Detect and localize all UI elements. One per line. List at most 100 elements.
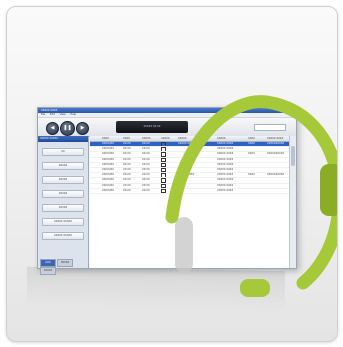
table-cell: XX/XX/XX	[102, 183, 114, 187]
table-cell: XXXXX XXXX	[217, 157, 234, 161]
table-cell	[160, 142, 177, 147]
table-cell: XX:XX	[142, 142, 150, 145]
column-header: XXXX	[102, 137, 109, 140]
column-header: XXXX	[123, 137, 130, 140]
window-reflection	[27, 266, 285, 312]
pause-icon: ❚❚	[60, 121, 75, 136]
column-header: XXXXX	[217, 137, 226, 140]
table-cell	[177, 152, 216, 156]
table-cell	[177, 184, 216, 188]
previous-icon: ◀	[46, 122, 59, 135]
table-cell: XXXXX XXXX	[217, 178, 234, 182]
table-cell	[90, 168, 101, 172]
table-cell: XX:XX	[142, 173, 150, 177]
left-tab: XXXXX	[40, 267, 56, 275]
table-cell	[90, 184, 101, 188]
column-header: XXXXX	[178, 137, 187, 140]
table-cell: XX/XX/XX	[102, 173, 114, 177]
table-cell	[160, 178, 177, 183]
table-cell: XX/XX/XX	[102, 157, 114, 161]
table-cell	[90, 142, 101, 146]
left-button: XXXXX	[42, 190, 84, 198]
checkbox-icon	[161, 152, 166, 157]
table-cell	[160, 147, 177, 152]
table-cell: XX/XX/XX	[102, 188, 114, 192]
menu-view: View	[59, 113, 66, 116]
table-cell	[160, 183, 177, 188]
table-cell	[247, 168, 266, 172]
left-panel-tabs: XXX XXXXXXXXXX	[40, 259, 86, 275]
headset-ear-front	[320, 164, 337, 216]
table-cell: XX:XX	[142, 162, 150, 166]
table-cell: XXXXX XXXX	[217, 173, 234, 177]
table-cell: XX:XX	[123, 167, 131, 171]
table-cell: XX/XX/XX	[102, 147, 114, 151]
table-cell: XXXXX XXXX	[217, 188, 234, 192]
app-window-thumbnail: XXXXX XXXX File Edit View Help ◀ ❚❚ ▶ XX…	[37, 107, 297, 275]
table-cell: XX:XX	[142, 188, 150, 192]
checkbox-icon	[161, 157, 166, 162]
table-cell	[90, 158, 101, 162]
table-cell	[160, 152, 177, 157]
table-cell	[247, 178, 266, 182]
menu-file: File	[41, 113, 46, 116]
checkbox-icon	[161, 178, 166, 183]
table-cell: XX:XX	[123, 178, 131, 182]
table-cell	[90, 147, 101, 151]
toolbar: ◀ ❚❚ ▶ XXXXX XX:XX	[38, 118, 296, 137]
table-cell: XX/XX/XX	[102, 152, 114, 156]
table-cell	[247, 163, 266, 167]
table-cell	[90, 178, 101, 182]
menu-edit: Edit	[49, 113, 55, 116]
table-cell	[177, 147, 216, 151]
table-cell: XX:XX	[123, 152, 131, 156]
table-cell	[247, 158, 266, 162]
table-cell: XXXXX XXX XXXXX	[178, 142, 202, 145]
table-cell: XX:XX	[123, 183, 131, 187]
table-cell	[160, 162, 177, 167]
menu-help: Help	[70, 113, 77, 116]
checkbox-icon	[161, 188, 166, 193]
checkbox-icon	[161, 183, 166, 188]
table-cell	[177, 178, 216, 182]
table-cell: XX/XX/XX	[102, 162, 114, 166]
left-panel-header: XXXXX XXXXX	[38, 136, 88, 142]
column-header: XXXX	[248, 137, 255, 140]
checkbox-icon	[161, 173, 166, 178]
table-cell: XXXX	[248, 142, 255, 145]
table-cell	[90, 163, 101, 167]
table-cell: XXXXX XXXX	[178, 173, 195, 177]
table-cell	[90, 173, 101, 177]
table-cell	[160, 157, 177, 162]
left-tab: XXX	[40, 259, 56, 267]
left-button: XXXXX	[42, 204, 84, 212]
table-cell: XX/XX/XX	[102, 178, 114, 182]
table-cell: XXXX	[248, 173, 255, 177]
app-icon-tile: XXXXX XXXX File Edit View Help ◀ ❚❚ ▶ XX…	[6, 6, 338, 342]
scrollbar-thumb	[291, 146, 295, 166]
checkbox-icon	[161, 142, 166, 147]
table-cell: XX:XX	[142, 157, 150, 161]
table-cell: XX:XX	[123, 147, 131, 151]
column-header: XXXXX	[142, 137, 151, 140]
table-cell: XX:XX	[142, 152, 150, 156]
table-cell	[177, 158, 216, 162]
left-button: XXXXX	[42, 176, 84, 184]
table-cell: XXXXX XXXX	[217, 183, 234, 187]
left-button: XXXXX	[42, 162, 84, 170]
checkbox-icon	[161, 167, 166, 173]
table-cell: XX:XX	[142, 147, 150, 151]
table-cell: XXXX	[248, 152, 255, 156]
table-cell	[160, 167, 177, 173]
table-cell: XXXXX XXXX	[217, 142, 234, 145]
table-cell: XX:XX	[142, 178, 150, 182]
table-cell: XX:XX	[123, 142, 131, 145]
grid-scrollbar	[289, 136, 296, 268]
column-header: XXXXX	[161, 137, 170, 140]
checkbox-icon	[161, 147, 166, 152]
table-cell	[247, 184, 266, 188]
table-cell: XX/XX/XX	[102, 142, 114, 145]
table-cell: XX:XX	[123, 157, 131, 161]
table-cell	[90, 189, 101, 193]
left-button: XXXXX XXXXX	[42, 218, 84, 226]
